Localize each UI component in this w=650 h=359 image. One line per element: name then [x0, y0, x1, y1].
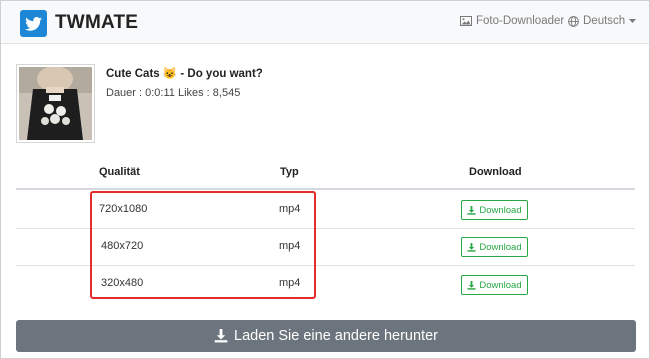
- video-meta: Dauer : 0:0:11 Likes : 8,545: [106, 87, 241, 99]
- language-label: Deutsch: [583, 15, 626, 27]
- bird-icon: [25, 16, 42, 31]
- row-3-download-button[interactable]: Download: [461, 275, 528, 295]
- nav-photo-label: Foto-Downloader: [476, 15, 565, 27]
- download-label: Download: [479, 241, 522, 253]
- download-another-button[interactable]: Laden Sie eine andere herunter: [16, 320, 636, 352]
- row-2-download-button[interactable]: Download: [461, 237, 528, 257]
- row-divider: [16, 228, 635, 229]
- thumbnail-image: [19, 67, 92, 140]
- download-icon: [214, 329, 228, 343]
- column-header-download: Download: [469, 166, 522, 178]
- download-label: Download: [479, 279, 522, 291]
- twitter-bird-logo[interactable]: [20, 10, 47, 37]
- row-1-download-button[interactable]: Download: [461, 200, 528, 220]
- row-1-type: mp4: [279, 203, 301, 215]
- download-icon: [467, 205, 476, 215]
- image-icon: [460, 16, 472, 26]
- globe-icon: [568, 15, 579, 27]
- download-icon: [467, 242, 476, 252]
- row-2-type: mp4: [279, 240, 301, 252]
- row-3-type: mp4: [279, 277, 301, 289]
- table-header-divider: [16, 188, 635, 190]
- column-header-type: Typ: [280, 166, 299, 178]
- download-label: Download: [479, 204, 522, 216]
- brand-name[interactable]: TWMATE: [55, 12, 138, 34]
- row-1-quality: 720x1080: [99, 203, 148, 215]
- video-thumbnail: [16, 64, 95, 143]
- caret-down-icon: [629, 18, 637, 23]
- download-another-label: Laden Sie eine andere herunter: [234, 328, 438, 344]
- navbar: TWMATE Foto-Downloader Deutsch: [1, 1, 649, 44]
- column-header-quality: Qualität: [99, 166, 140, 178]
- nav-photo-downloader[interactable]: Foto-Downloader: [460, 15, 564, 27]
- row-2-quality: 480x720: [101, 240, 144, 252]
- row-divider: [16, 265, 635, 266]
- page-frame: [0, 0, 650, 359]
- row-3-quality: 320x480: [101, 277, 144, 289]
- language-dropdown[interactable]: Deutsch: [568, 15, 637, 27]
- video-title: Cute Cats 😺 - Do you want?: [106, 68, 263, 80]
- download-icon: [467, 280, 476, 290]
